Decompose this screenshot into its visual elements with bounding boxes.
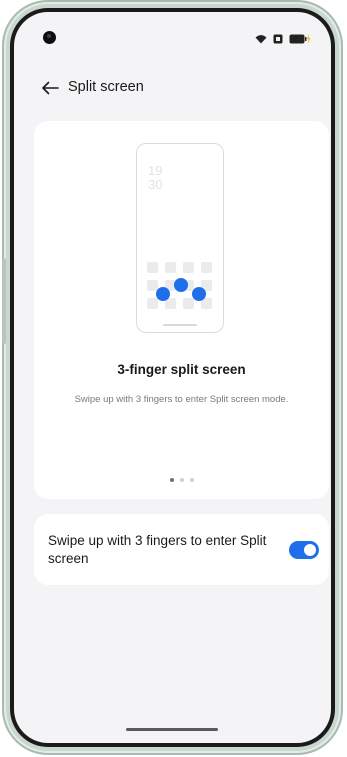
side-button bbox=[2, 258, 6, 344]
three-finger-swipe-toggle[interactable] bbox=[289, 541, 319, 559]
navigation-gesture-bar[interactable] bbox=[126, 728, 218, 731]
illustration-clock-minute: 30 bbox=[148, 177, 163, 192]
illustration-app-icon bbox=[201, 262, 212, 273]
gesture-illustration-card[interactable]: 19 30 3-finger split screen Swipe up wit… bbox=[34, 121, 329, 499]
toggle-knob bbox=[304, 544, 316, 556]
illustration-app-icon bbox=[183, 298, 194, 309]
page-dot bbox=[189, 478, 194, 482]
phone-bezel: Split screen 19 30 3-finger split screen… bbox=[10, 8, 335, 747]
illustration-app-icon bbox=[147, 262, 158, 273]
illustration-app-icon bbox=[165, 262, 176, 273]
finger-touch-icon bbox=[192, 287, 206, 301]
front-camera bbox=[43, 31, 56, 44]
illustration-clock-hour: 19 bbox=[148, 163, 163, 178]
page-dot-active bbox=[169, 478, 174, 482]
three-finger-swipe-setting[interactable]: Swipe up with 3 fingers to enter Split s… bbox=[34, 514, 329, 585]
phone-illustration: 19 30 bbox=[136, 143, 224, 333]
status-icons bbox=[255, 33, 311, 45]
page-indicator bbox=[34, 478, 329, 482]
illustration-description: Swipe up with 3 fingers to enter Split s… bbox=[74, 394, 289, 405]
status-bar bbox=[14, 12, 331, 56]
illustration-home-bar bbox=[163, 324, 197, 326]
illustration-app-icon bbox=[183, 262, 194, 273]
illustration-app-icon bbox=[147, 298, 158, 309]
sim-icon bbox=[273, 34, 283, 44]
setting-label: Swipe up with 3 fingers to enter Split s… bbox=[48, 533, 267, 566]
back-button[interactable] bbox=[38, 76, 62, 100]
wifi-icon bbox=[255, 34, 267, 44]
arrow-left-icon bbox=[42, 81, 59, 95]
finger-touch-icon bbox=[174, 278, 188, 292]
app-bar: Split screen bbox=[14, 74, 331, 102]
battery-charging-icon bbox=[289, 33, 311, 45]
illustration-heading: 3-finger split screen bbox=[117, 362, 246, 377]
finger-touch-icon bbox=[156, 287, 170, 301]
phone-frame: Split screen 19 30 3-finger split screen… bbox=[2, 0, 343, 755]
page-dot bbox=[179, 478, 184, 482]
illustration-clock: 19 30 bbox=[148, 164, 162, 192]
page-title: Split screen bbox=[68, 79, 144, 95]
screen: Split screen 19 30 3-finger split screen… bbox=[14, 12, 331, 743]
